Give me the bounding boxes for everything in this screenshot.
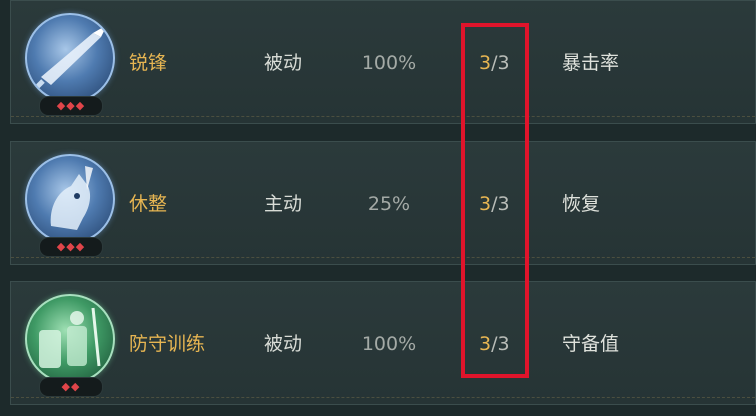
blade-icon [25,13,115,103]
level-column-highlight [461,23,529,378]
skill-trigger-rate: 25% [367,193,411,215]
skill-type: 被动 [264,333,303,355]
skill-icon-container: ◆◆◆ [25,154,115,257]
skill-name: 锐锋 [129,52,168,74]
horse-rest-icon [25,154,115,244]
skill-name: 防守训练 [129,333,206,355]
skill-name: 休整 [129,193,168,215]
skill-icon-container: ◆◆◆ [25,13,115,116]
skill-row[interactable]: ◆◆◆ 锐锋 被动 100% 3/3 暴击率 [10,0,756,124]
skill-type: 被动 [264,52,303,74]
skill-stat: 暴击率 [562,52,620,74]
skill-row[interactable]: ◆◆◆ 休整 主动 25% 3/3 恢复 [10,141,756,265]
star-rating: ◆◆◆ [39,96,103,116]
skill-icon-container: ◆◆ [25,294,115,397]
skill-trigger-rate: 100% [361,52,417,74]
skill-type: 主动 [264,193,303,215]
skill-row[interactable]: ◆◆ 防守训练 被动 100% 3/3 守备值 [10,281,756,405]
skill-stat: 守备值 [562,333,620,355]
star-rating: ◆◆ [39,377,103,397]
shield-soldiers-icon [25,294,115,384]
skill-stat: 恢复 [562,193,601,215]
star-rating: ◆◆◆ [39,237,103,257]
skill-trigger-rate: 100% [361,333,417,355]
